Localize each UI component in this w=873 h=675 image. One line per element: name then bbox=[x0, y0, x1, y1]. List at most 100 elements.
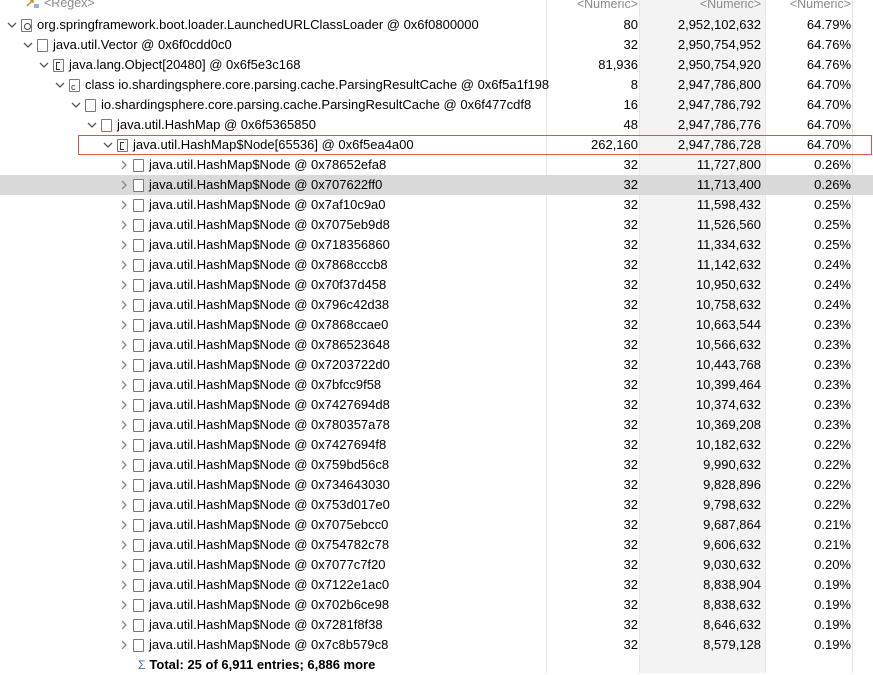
tree-row[interactable]: java.util.HashMap$Node @ 0x759bd56c8 32 9,… bbox=[0, 455, 873, 475]
tree-row[interactable]: java.util.Vector @ 0x6f0cdd0c0 32 2,950,75… bbox=[0, 35, 873, 55]
chevron-right-icon[interactable] bbox=[118, 575, 130, 595]
retained-heap: 11,334,632 bbox=[696, 237, 761, 252]
file-icon bbox=[133, 578, 144, 592]
tree-row[interactable]: java.util.HashMap$Node @ 0x780357a78 32 10… bbox=[0, 415, 873, 435]
tree-row[interactable]: java.util.HashMap$Node @ 0x7077c7f20 32 9,… bbox=[0, 555, 873, 575]
tree-row[interactable]: java.util.HashMap$Node @ 0x7868ccae0 32 10… bbox=[0, 315, 873, 335]
chevron-right-icon[interactable] bbox=[118, 275, 130, 295]
chevron-right-icon[interactable] bbox=[118, 395, 130, 415]
shallow-heap: 32 bbox=[623, 337, 638, 352]
tree-row[interactable]: java.util.HashMap$Node @ 0x7af10c9a0 32 11… bbox=[0, 195, 873, 215]
regex-filter[interactable]: <Regex> bbox=[26, 0, 95, 10]
chevron-down-icon[interactable] bbox=[54, 75, 66, 95]
tree-row[interactable]: java.util.HashMap$Node @ 0x70f37d458 32 10… bbox=[0, 275, 873, 295]
tree-row-label: java.util.HashMap$Node @ 0x786523648 bbox=[149, 337, 390, 352]
chevron-right-icon[interactable] bbox=[118, 255, 130, 275]
chevron-down-icon[interactable] bbox=[38, 55, 50, 75]
numeric-filter-percent[interactable]: <Numeric> bbox=[766, 0, 851, 12]
chevron-right-icon[interactable] bbox=[118, 635, 130, 655]
tree-row[interactable]: java.util.HashMap$Node @ 0x7203722d0 32 10… bbox=[0, 355, 873, 375]
chevron-right-icon[interactable] bbox=[118, 475, 130, 495]
shallow-heap: 262,160 bbox=[591, 137, 638, 152]
total-row[interactable]: Σ Total: 25 of 6,911 entries; 6,886 more bbox=[0, 655, 873, 675]
retained-heap: 8,838,904 bbox=[703, 577, 761, 592]
chevron-right-icon[interactable] bbox=[118, 235, 130, 255]
shallow-heap: 32 bbox=[623, 357, 638, 372]
chevron-right-icon[interactable] bbox=[118, 415, 130, 435]
tree-row[interactable]: java.util.HashMap$Node @ 0x718356860 32 11… bbox=[0, 235, 873, 255]
chevron-right-icon[interactable] bbox=[118, 515, 130, 535]
chevron-right-icon[interactable] bbox=[118, 555, 130, 575]
tree-row[interactable]: java.util.HashMap$Node @ 0x7122e1ac0 32 8,… bbox=[0, 575, 873, 595]
file-icon bbox=[133, 258, 144, 272]
tree-row[interactable]: java.util.HashMap$Node @ 0x754782c78 32 9,… bbox=[0, 535, 873, 555]
shallow-heap: 32 bbox=[623, 457, 638, 472]
chevron-right-icon[interactable] bbox=[118, 455, 130, 475]
tree-row-label: java.util.HashMap$Node @ 0x7af10c9a0 bbox=[149, 197, 386, 212]
chevron-right-icon[interactable] bbox=[118, 315, 130, 335]
tree-row[interactable]: java.util.HashMap$Node @ 0x753d017e0 32 9,… bbox=[0, 495, 873, 515]
tree-row-label: java.util.HashMap @ 0x6f5365850 bbox=[117, 117, 316, 132]
shallow-heap: 80 bbox=[623, 17, 638, 32]
chevron-down-icon[interactable] bbox=[102, 135, 114, 155]
tree-row[interactable]: java.util.HashMap$Node @ 0x707622ff0 32 11… bbox=[0, 175, 873, 195]
shallow-heap: 32 bbox=[623, 517, 638, 532]
chevron-right-icon[interactable] bbox=[118, 155, 130, 175]
chevron-right-icon[interactable] bbox=[118, 295, 130, 315]
tree-row[interactable]: java.util.HashMap$Node @ 0x7868cccb8 32 11… bbox=[0, 255, 873, 275]
tree-row[interactable]: java.util.HashMap @ 0x6f5365850 48 2,947,7… bbox=[0, 115, 873, 135]
tree-row[interactable]: java.util.HashMap$Node @ 0x7c8b579c8 32 8,… bbox=[0, 635, 873, 655]
retained-percent: 0.23% bbox=[814, 377, 851, 392]
file-icon bbox=[133, 298, 144, 312]
chevron-down-icon[interactable] bbox=[70, 95, 82, 115]
tree-row[interactable]: java.lang.Object[20480] @ 0x6f5e3c168 81,… bbox=[0, 55, 873, 75]
tree-row[interactable]: java.util.HashMap$Node @ 0x7427694f8 32 10… bbox=[0, 435, 873, 455]
tree-row[interactable]: java.util.HashMap$Node @ 0x796c42d38 32 10… bbox=[0, 295, 873, 315]
file-icon bbox=[133, 518, 144, 532]
chevron-right-icon[interactable] bbox=[118, 375, 130, 395]
tree-row[interactable]: java.util.HashMap$Node @ 0x734643030 32 9,… bbox=[0, 475, 873, 495]
chevron-right-icon[interactable] bbox=[118, 435, 130, 455]
tree-row-label: java.util.HashMap$Node @ 0x7bfcc9f58 bbox=[149, 377, 382, 392]
chevron-right-icon[interactable] bbox=[118, 495, 130, 515]
tree-row[interactable]: java.util.HashMap$Node @ 0x7427694d8 32 10… bbox=[0, 395, 873, 415]
tree-row[interactable]: java.util.HashMap$Node @ 0x702b6ce98 32 8,… bbox=[0, 595, 873, 615]
numeric-filter-shallow[interactable]: <Numeric> bbox=[546, 0, 638, 12]
chevron-right-icon[interactable] bbox=[118, 215, 130, 235]
retained-percent: 64.79% bbox=[806, 17, 851, 32]
tree-row[interactable]: java.util.HashMap$Node @ 0x7281f8f38 32 8,… bbox=[0, 615, 873, 635]
shallow-heap: 32 bbox=[623, 437, 638, 452]
chevron-right-icon[interactable] bbox=[118, 615, 130, 635]
tree-row[interactable]: java.util.HashMap$Node @ 0x78652efa8 32 11… bbox=[0, 155, 873, 175]
retained-percent: 0.24% bbox=[814, 297, 851, 312]
tree-row-label: java.util.HashMap$Node @ 0x753d017e0 bbox=[149, 497, 390, 512]
tree-row[interactable]: io.shardingsphere.core.parsing.cache.Par… bbox=[0, 95, 873, 115]
retained-heap: 8,646,632 bbox=[703, 617, 761, 632]
retained-percent: 0.19% bbox=[814, 637, 851, 652]
chevron-right-icon[interactable] bbox=[118, 595, 130, 615]
tree-row[interactable]: org.springframework.boot.loader.Launched… bbox=[0, 15, 873, 35]
tree-row[interactable]: java.util.HashMap$Node @ 0x7bfcc9f58 32 10… bbox=[0, 375, 873, 395]
chevron-right-icon[interactable] bbox=[118, 175, 130, 195]
chevron-right-icon[interactable] bbox=[118, 355, 130, 375]
file-icon bbox=[133, 538, 144, 552]
chevron-right-icon[interactable] bbox=[118, 195, 130, 215]
chevron-down-icon[interactable] bbox=[6, 15, 18, 35]
numeric-filter-retained[interactable]: <Numeric> bbox=[640, 0, 761, 12]
tree-row[interactable]: java.util.HashMap$Node @ 0x786523648 32 10… bbox=[0, 335, 873, 355]
chevron-right-icon[interactable] bbox=[118, 535, 130, 555]
retained-heap: 2,947,786,792 bbox=[677, 97, 761, 112]
chevron-down-icon[interactable] bbox=[86, 115, 98, 135]
retained-heap: 2,950,754,920 bbox=[677, 57, 761, 72]
retained-heap: 11,598,432 bbox=[696, 197, 761, 212]
retained-percent: 64.70% bbox=[806, 97, 851, 112]
chevron-down-icon[interactable] bbox=[22, 35, 34, 55]
tree-row[interactable]: java.util.HashMap$Node[65536] @ 0x6f5ea4… bbox=[0, 135, 873, 155]
tree-row[interactable]: class io.shardingsphere.core.parsing.cac… bbox=[0, 75, 873, 97]
chevron-right-icon[interactable] bbox=[118, 335, 130, 355]
tree-row[interactable]: java.util.HashMap$Node @ 0x7075eb9d8 32 11… bbox=[0, 215, 873, 235]
shallow-heap: 32 bbox=[623, 557, 638, 572]
retained-heap: 10,950,632 bbox=[695, 277, 761, 292]
file-icon bbox=[133, 498, 144, 512]
tree-row[interactable]: java.util.HashMap$Node @ 0x7075ebcc0 32 9,… bbox=[0, 515, 873, 535]
